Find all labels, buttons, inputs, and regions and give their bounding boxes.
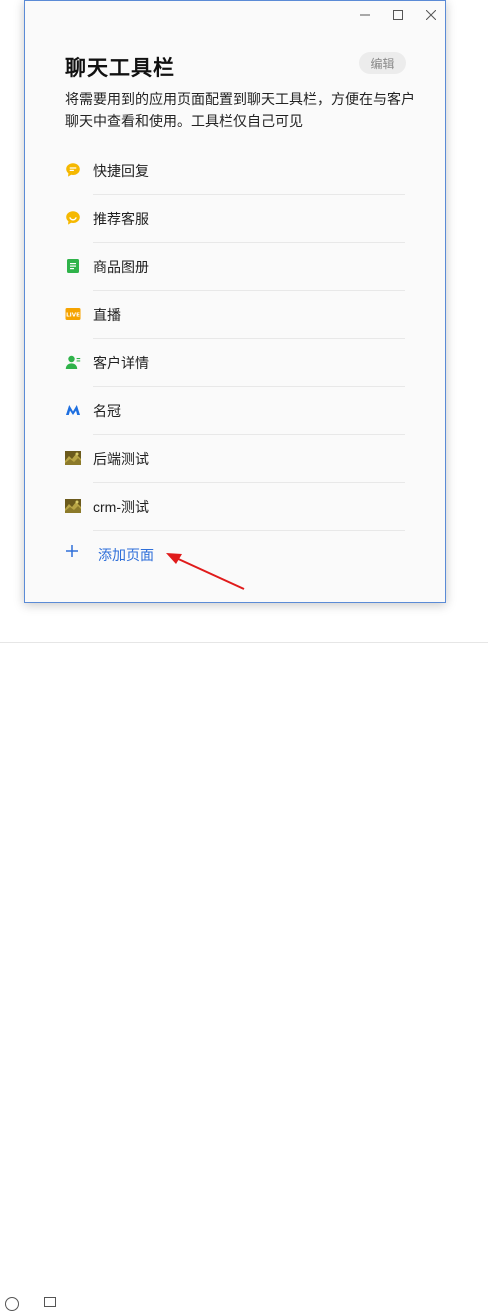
customer-detail-icon [65, 355, 81, 369]
screenshot-icon[interactable] [44, 1297, 56, 1307]
list-item-label: 快捷回复 [93, 163, 149, 179]
quick-reply-icon [66, 163, 80, 177]
list-item-mingguan[interactable]: 名冠 [65, 387, 405, 435]
divider [93, 530, 405, 531]
svg-text:LIVE: LIVE [66, 313, 80, 319]
annotation-arrow-icon [166, 553, 245, 590]
dialog-description: 将需要用到的应用页面配置到聊天工具栏，方便在与客户聊天中查看和使用。工具栏仅自己… [65, 91, 415, 129]
list-item-label: 后端测试 [93, 451, 149, 467]
mingguan-icon [66, 405, 80, 415]
list-item-label: 推荐客服 [93, 211, 149, 227]
list-item-label: 客户详情 [93, 355, 149, 371]
plus-icon [66, 545, 78, 557]
recommend-service-icon [66, 211, 80, 225]
product-album-icon [67, 259, 79, 273]
close-icon [426, 10, 436, 20]
add-page-label: 添加页面 [98, 547, 154, 563]
list-item-live[interactable]: LIVE 直播 [65, 291, 405, 339]
maximize-icon [393, 10, 403, 20]
close-button[interactable] [420, 7, 442, 23]
live-icon: LIVE [65, 308, 81, 320]
minimize-icon [360, 14, 370, 16]
edit-button[interactable]: 编辑 [359, 52, 406, 74]
list-item-customer-detail[interactable]: 客户详情 [65, 339, 405, 387]
emoji-icon[interactable] [5, 1297, 19, 1311]
list-item-label: 名冠 [93, 403, 121, 419]
dialog-title: 聊天工具栏 [65, 57, 175, 80]
app-thumbnail-icon [65, 499, 81, 513]
list-item-label: 商品图册 [93, 259, 149, 275]
list-item-crm-test[interactable]: crm-测试 [65, 483, 405, 531]
app-thumbnail-icon [65, 451, 81, 465]
maximize-button[interactable] [387, 7, 409, 23]
list-item-recommend-service[interactable]: 推荐客服 [65, 195, 405, 243]
background-toolbar [0, 642, 488, 1311]
chat-toolbar-dialog: 聊天工具栏 编辑 将需要用到的应用页面配置到聊天工具栏，方便在与客户聊天中查看和… [24, 0, 446, 603]
toolbar-item-list: 快捷回复 推荐客服 商品图册 LIVE 直播 客户详情 名冠 后端测试 crm-… [65, 147, 405, 531]
list-item-product-album[interactable]: 商品图册 [65, 243, 405, 291]
minimize-button[interactable] [354, 7, 376, 23]
list-item-quick-reply[interactable]: 快捷回复 [65, 147, 405, 195]
list-item-label: 直播 [93, 307, 121, 323]
list-item-label: crm-测试 [93, 499, 149, 515]
list-item-backend-test[interactable]: 后端测试 [65, 435, 405, 483]
